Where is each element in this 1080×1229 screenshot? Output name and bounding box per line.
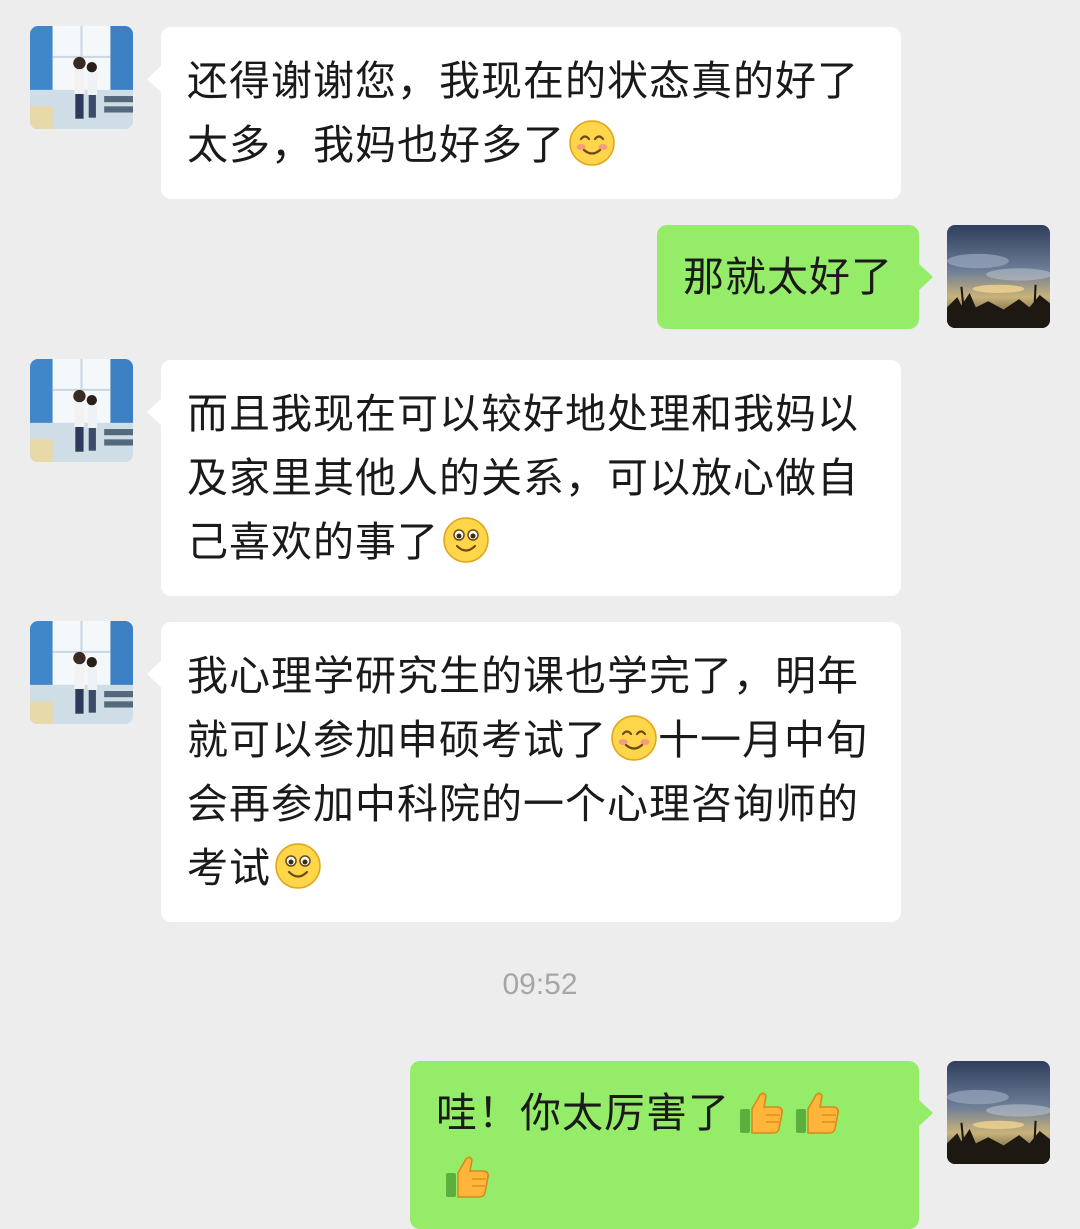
contact-avatar[interactable]: [30, 26, 133, 129]
self-avatar[interactable]: [947, 225, 1050, 328]
contact-avatar[interactable]: [30, 621, 133, 724]
thumbs-up-icon: [442, 1151, 492, 1201]
blush-smile-emoji-icon: [568, 119, 616, 167]
message-text: 而且我现在可以较好地处理和我妈以及家里其他人的关系，可以放心做自己喜欢的事了: [187, 390, 859, 566]
smile-emoji-icon: [274, 842, 322, 890]
blush-smile-emoji-icon: [610, 714, 658, 762]
message-bubble-outgoing[interactable]: 那就太好了: [657, 225, 933, 329]
message-bubble-incoming[interactable]: 还得谢谢您，我现在的状态真的好了太多，我妈也好多了: [147, 27, 901, 199]
contact-avatar[interactable]: [30, 359, 133, 462]
thumbs-up-icon: [736, 1087, 786, 1137]
message-bubble-incoming[interactable]: 而且我现在可以较好地处理和我妈以及家里其他人的关系，可以放心做自己喜欢的事了: [147, 360, 901, 596]
message-bubble-outgoing[interactable]: 哇！你太厉害了: [410, 1061, 933, 1229]
thumbs-up-icon: [792, 1087, 842, 1137]
message-bubble-incoming[interactable]: 我心理学研究生的课也学完了，明年就可以参加申硕考试了 十一月中旬会再参加中科院的一…: [147, 622, 901, 922]
smile-emoji-icon: [442, 516, 490, 564]
message-text: 那就太好了: [683, 253, 893, 301]
message-text: 哇！你太厉害了: [436, 1089, 730, 1137]
message-timestamp: 09:52: [502, 968, 578, 1001]
message-text: 还得谢谢您，我现在的状态真的好了太多，我妈也好多了: [187, 57, 859, 169]
self-avatar[interactable]: [947, 1061, 1050, 1164]
